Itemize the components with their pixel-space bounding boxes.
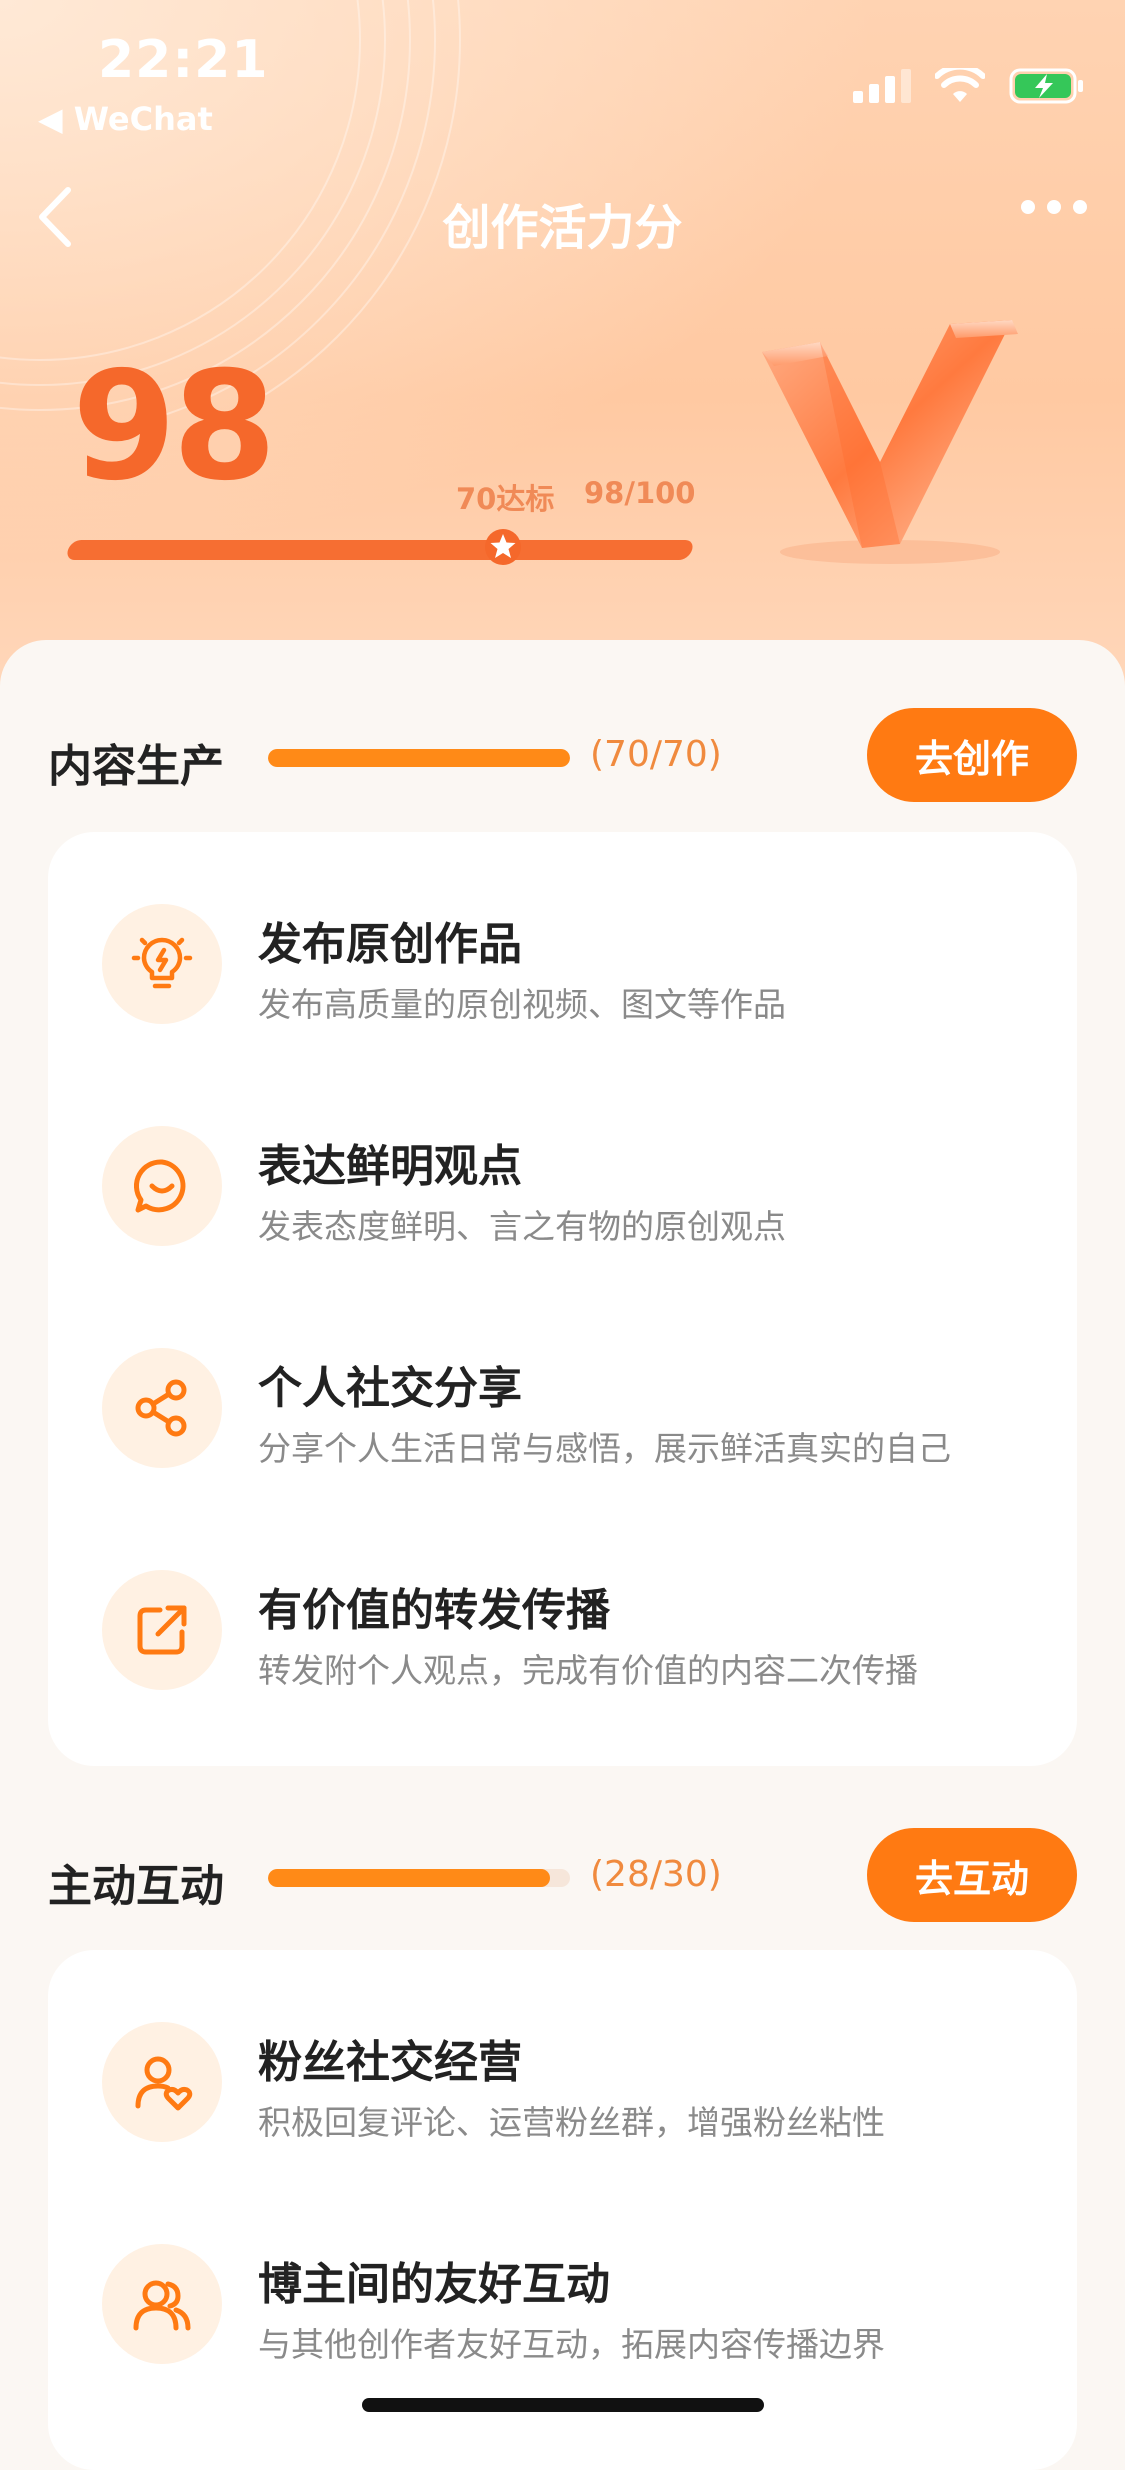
section-count: (70/70) <box>590 734 722 775</box>
home-indicator[interactable] <box>362 2398 764 2412</box>
item-desc: 发表态度鲜明、言之有物的原创观点 <box>258 1207 786 1246</box>
item-title: 粉丝社交经营 <box>258 2037 522 2088</box>
status-icons <box>853 68 1085 104</box>
item-desc: 与其他创作者友好互动，拓展内容传播边界 <box>258 2325 885 2364</box>
more-icon[interactable] <box>1021 200 1087 214</box>
item-desc: 积极回复评论、运营粉丝群，增强粉丝粘性 <box>258 2103 885 2142</box>
list-item[interactable]: 发布原创作品 发布高质量的原创视频、图文等作品 <box>48 878 1077 1038</box>
item-title: 个人社交分享 <box>258 1363 522 1414</box>
list-item[interactable]: 博主间的友好互动 与其他创作者友好互动，拓展内容传播边界 <box>48 2218 1077 2378</box>
item-title: 发布原创作品 <box>258 919 522 970</box>
list-item[interactable]: 个人社交分享 分享个人生活日常与感悟，展示鲜活真实的自己 <box>48 1322 1077 1482</box>
page-title: 创作活力分 <box>442 200 683 256</box>
list-item[interactable]: 粉丝社交经营 积极回复评论、运营粉丝群，增强粉丝粘性 <box>48 1996 1077 2156</box>
section-active-interaction: 主动互动 (28/30) 去互动 <box>0 1826 1125 1922</box>
back-to-wechat[interactable]: ◀ WeChat <box>38 100 213 138</box>
item-title: 表达鲜明观点 <box>258 1141 522 1192</box>
chat-smile-icon <box>102 1126 222 1246</box>
user-heart-icon <box>102 2022 222 2142</box>
content-production-card: 发布原创作品 发布高质量的原创视频、图文等作品 表达鲜明观点 发表态度鲜明、言之… <box>48 832 1077 1766</box>
list-item[interactable]: 表达鲜明观点 发表态度鲜明、言之有物的原创观点 <box>48 1100 1077 1260</box>
item-desc: 分享个人生活日常与感悟，展示鲜活真实的自己 <box>258 1429 951 1468</box>
lightbulb-icon <box>102 904 222 1024</box>
share-icon <box>102 1348 222 1468</box>
section-progress-fill <box>268 1869 550 1887</box>
section-progress-bar <box>268 1869 570 1887</box>
wifi-icon <box>935 68 985 102</box>
users-icon <box>102 2244 222 2364</box>
section-content-production: 内容生产 (70/70) 去创作 <box>0 706 1125 802</box>
list-item[interactable]: 有价值的转发传播 转发附个人观点，完成有价值的内容二次传播 <box>48 1544 1077 1704</box>
section-progress-fill <box>268 749 570 767</box>
forward-icon <box>102 1570 222 1690</box>
item-title: 博主间的友好互动 <box>258 2259 610 2310</box>
section-title: 主动互动 <box>48 1861 224 1912</box>
section-title: 内容生产 <box>48 741 224 792</box>
status-time: 22:21 <box>98 30 269 90</box>
go-create-button[interactable]: 去创作 <box>867 708 1077 802</box>
item-title: 有价值的转发传播 <box>258 1585 610 1636</box>
v-badge-icon <box>762 320 1018 564</box>
go-interact-button[interactable]: 去互动 <box>867 1828 1077 1922</box>
section-progress-bar <box>268 749 570 767</box>
threshold-star-icon <box>485 529 521 565</box>
hero-header: 22:21 ◀ WeChat 创作活力分 98 70达标 98/100 <box>0 0 1125 720</box>
signal-icon <box>853 69 911 103</box>
battery-charging-icon <box>1009 68 1083 104</box>
item-desc: 发布高质量的原创视频、图文等作品 <box>258 985 786 1024</box>
active-interaction-card: 粉丝社交经营 积极回复评论、运营粉丝群，增强粉丝粘性 博主间的友好互动 与其他创… <box>48 1950 1077 2470</box>
score-progress-bar <box>64 540 696 560</box>
section-count: (28/30) <box>590 1854 722 1895</box>
score-progress-label: 98/100 <box>584 476 696 510</box>
threshold-label: 70达标 <box>456 482 555 516</box>
item-desc: 转发附个人观点，完成有价值的内容二次传播 <box>258 1651 918 1690</box>
score-value: 98 <box>72 340 277 514</box>
